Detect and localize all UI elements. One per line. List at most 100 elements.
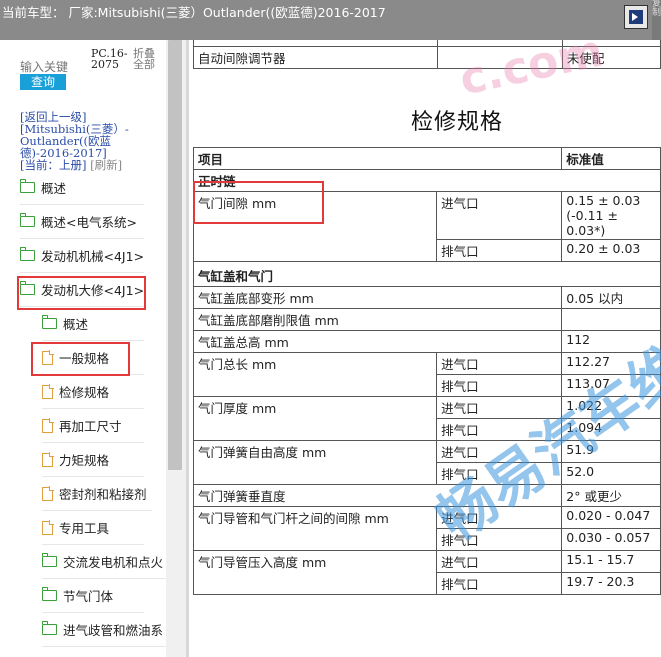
table-cell: 气门弹簧垂直度 xyxy=(192,484,563,507)
table-row: 气门弹簧垂直度 2° 或更少 xyxy=(192,484,661,507)
tree-item-general-specs[interactable]: 一般规格 xyxy=(42,341,144,375)
tree-item-label: 力矩规格 xyxy=(59,453,110,468)
table-row: 气门导管压入高度 mm 进气口 15.1 - 15.7 xyxy=(192,550,661,595)
table-cell: 112.27 xyxy=(561,352,661,375)
table-cell: 进气口 xyxy=(436,506,563,529)
scrollbar-thumb[interactable] xyxy=(168,40,182,470)
tree-item-rework-dimensions[interactable]: 再加工尺寸 xyxy=(42,409,144,443)
table-cell: 进气口 xyxy=(436,440,563,463)
refresh-link[interactable]: [刷新] xyxy=(90,158,122,172)
tree-item-special-tools[interactable]: 专用工具 xyxy=(42,511,144,545)
service-spec-table: 项目 标准值 正时链 气门间隙 mm 进气口 0.15 ± 0.03 (-0.1… xyxy=(192,147,661,595)
table-row: 气门厚度 mm 进气口 1.022 xyxy=(192,396,661,441)
collapse-all-link[interactable]: 折叠全部 xyxy=(133,48,159,70)
table-cell: 112 xyxy=(561,330,661,353)
table-row: 气门弹簧自由高度 mm 进气口 51.9 xyxy=(192,440,661,485)
folder-icon xyxy=(41,621,57,635)
folder-icon xyxy=(41,553,57,567)
table-row: 气门总长 mm 进气口 112.27 xyxy=(192,352,661,397)
table-cell: 0.15 ± 0.03 (-0.11 ± 0.03*) xyxy=(561,191,661,240)
value-line: 0.15 ± 0.03 xyxy=(566,193,641,208)
table-section-row: 正时链 xyxy=(193,169,661,192)
top-bar: 当前车型： 厂家:Mitsubishi(三菱）Outlander((欧蓝德)20… xyxy=(0,0,661,40)
table-row: 气缸盖总高 mm 112 xyxy=(192,330,661,353)
tree-item-torque-specs[interactable]: 力矩规格 xyxy=(42,443,144,477)
file-icon xyxy=(42,486,54,501)
table-cell: 排气口 xyxy=(436,418,563,441)
table-cell: 52.0 xyxy=(561,462,661,485)
table-cell: 113.07 xyxy=(561,374,661,397)
table-cell: 气缸盖总高 mm xyxy=(192,330,563,353)
table-cell: 进气口 xyxy=(436,396,563,419)
section-timing: 正时链 xyxy=(193,169,661,192)
current-model-title: 当前车型： 厂家:Mitsubishi(三菱）Outlander((欧蓝德)20… xyxy=(2,5,386,20)
table-row: 气缸盖底部磨削限值 mm xyxy=(192,308,661,331)
page-title: 检修规格 xyxy=(410,110,503,135)
tree-item-overview-electrical[interactable]: 概述<电气系统> xyxy=(19,205,144,239)
search-area: 查询 PC.16-2075 折叠全部 xyxy=(0,48,166,108)
section-cylinder: 气缸盖和气门 xyxy=(193,261,661,287)
tree-item-engine-overhaul[interactable]: 发动机大修<4J1> xyxy=(19,273,145,307)
search-button[interactable]: 查询 xyxy=(20,74,66,90)
tree-item-intake-manifold[interactable]: 进气歧管和燃油系 xyxy=(41,613,166,647)
current-volume-link[interactable]: [当前：上册] xyxy=(20,158,86,172)
search-input[interactable] xyxy=(20,59,82,75)
tree-item-label: 节气门体 xyxy=(63,589,114,604)
window-toggle-button[interactable] xyxy=(624,5,648,29)
table-cell: 15.1 - 15.7 xyxy=(561,550,661,573)
table-cell: 排气口 xyxy=(436,462,563,485)
tree-item-label: 概述 xyxy=(41,181,67,196)
table-cell: 排气口 xyxy=(436,572,563,595)
tree-item-label: 再加工尺寸 xyxy=(59,419,122,434)
table-cell xyxy=(561,308,661,331)
pc-code-label: PC.16-2075 xyxy=(91,47,128,71)
table-cell: 0.020 - 0.047 xyxy=(561,506,661,529)
table-cell: 排气口 xyxy=(436,239,563,262)
tree-item-sealants[interactable]: 密封剂和粘接剂 xyxy=(42,477,152,511)
sidebar: 查询 PC.16-2075 折叠全部 [返回上一级] [Mitsubishi(三… xyxy=(0,40,166,657)
tree-item-throttle-body[interactable]: 节气门体 xyxy=(41,579,144,613)
header-value: 标准值 xyxy=(561,147,661,170)
table-row: 自动间隙调节器 未使配 xyxy=(193,46,661,69)
tree-item-label: 检修规格 xyxy=(59,385,110,400)
table-cell: 气门弹簧自由高度 mm xyxy=(192,440,438,485)
model-link[interactable]: [Mitsubishi(三菱）- Outlander((欧蓝德)-2016-20… xyxy=(20,123,160,159)
table-cell: 气门间隙 mm xyxy=(192,191,438,262)
table-cell: 气缸盖底部磨削限值 mm xyxy=(192,308,563,331)
file-icon xyxy=(42,520,54,535)
tree-item-label: 专用工具 xyxy=(59,521,110,536)
table-row: 气门导管和气门杆之间的间隙 mm 进气口 0.020 - 0.047 xyxy=(192,506,661,551)
table-cell: 气门厚度 mm xyxy=(192,396,438,441)
tree-item-label: 概述 xyxy=(63,317,89,332)
table-cell: 0.05 以内 xyxy=(561,286,661,309)
tree-item-label: 发动机大修<4J1> xyxy=(41,283,145,298)
table-cell: 排气口 xyxy=(436,528,563,551)
file-icon xyxy=(42,418,54,433)
tree-item-overview[interactable]: 概述 xyxy=(19,171,144,205)
folder-icon xyxy=(19,179,35,193)
table-cell: 19.7 - 20.3 xyxy=(561,572,661,595)
tree-item-alternator-ignition[interactable]: 交流发电机和点火 xyxy=(41,545,166,579)
table-cell: 进气口 xyxy=(436,550,563,573)
folder-open-icon xyxy=(19,281,35,295)
table-cell: 51.9 xyxy=(561,440,661,463)
file-icon xyxy=(42,384,54,399)
file-icon xyxy=(42,452,54,467)
tree-item-label: 密封剂和粘接剂 xyxy=(59,487,147,502)
table-cell: 1.022 xyxy=(561,396,661,419)
document-pane: 自动间隙调节器 未使配 检修规格 项目 标准值 正时链 气门间隙 mm 进气口 … xyxy=(189,40,661,657)
table-cell: 气门导管压入高度 mm xyxy=(192,550,438,595)
sidebar-scrollbar[interactable] xyxy=(166,40,186,657)
table-cell: 2° 或更少 xyxy=(561,484,661,507)
table-row: 气缸盖底部变形 mm 0.05 以内 xyxy=(192,286,661,309)
copy-strip[interactable]: 复制 xyxy=(652,0,661,40)
table-header-row: 项目 标准值 xyxy=(192,147,661,170)
tree-item-overhaul-overview[interactable]: 概述 xyxy=(41,307,144,341)
tree-item-engine-mechanical[interactable]: 发动机机械<4J1> xyxy=(19,239,144,273)
nav-links: [返回上一级] [Mitsubishi(三菱）- Outlander((欧蓝德)… xyxy=(20,111,160,171)
table-cell: 排气口 xyxy=(436,374,563,397)
folder-icon xyxy=(19,213,35,227)
tree-item-service-specs[interactable]: 检修规格 xyxy=(42,375,144,409)
table-cell: 气缸盖底部变形 mm xyxy=(192,286,563,309)
table-cell: 进气口 xyxy=(436,352,563,375)
